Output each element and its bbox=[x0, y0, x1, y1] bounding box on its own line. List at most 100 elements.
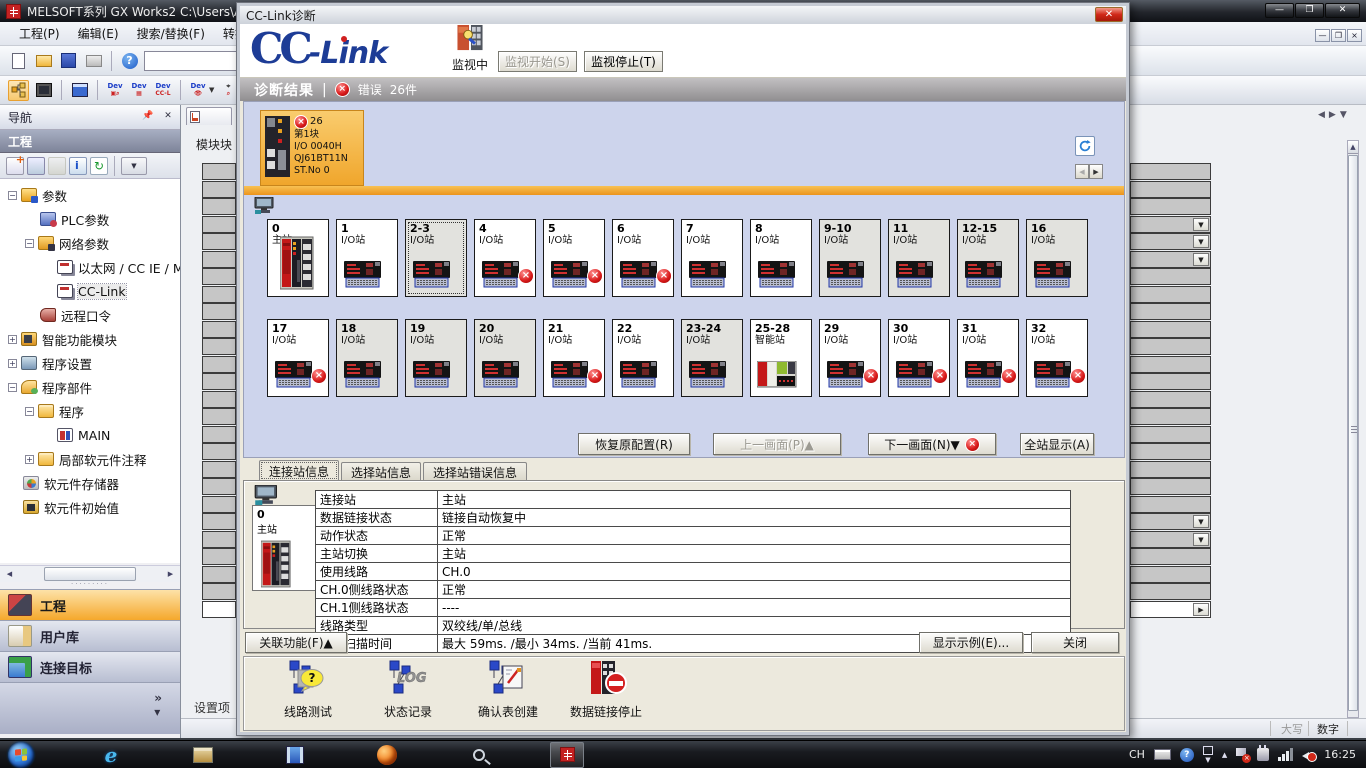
tab-连接站信息[interactable]: 连接站信息 bbox=[259, 460, 339, 481]
dropdown-arrow-icon[interactable]: ▼ bbox=[1193, 218, 1209, 231]
collapse-icon[interactable]: − bbox=[8, 191, 17, 200]
device-find-icon[interactable]: Dev▣⌕ bbox=[105, 80, 125, 100]
mdi-restore-button[interactable]: ❐ bbox=[1331, 29, 1346, 42]
tree-item-智能功能模块[interactable]: +智能功能模块 bbox=[0, 327, 180, 351]
next-module-button[interactable]: ▶ bbox=[1089, 164, 1103, 179]
tab-选择站错误信息[interactable]: 选择站错误信息 bbox=[423, 462, 527, 481]
device-list-icon[interactable]: Dev▦ bbox=[129, 80, 149, 100]
tool-状态记录[interactable]: LOG状态记录 bbox=[356, 660, 460, 720]
volume-muted-icon[interactable] bbox=[1302, 749, 1315, 761]
expand-arrow-icon[interactable]: ▶ bbox=[1193, 603, 1209, 616]
tree-item-软元件初始值[interactable]: 软元件初始值 bbox=[0, 495, 180, 519]
new-project-icon[interactable] bbox=[8, 50, 29, 71]
station-2-3[interactable]: 2-3I/O站 bbox=[405, 219, 467, 297]
firefox-icon[interactable] bbox=[372, 742, 402, 768]
menu-item-2[interactable]: 搜索/替换(F) bbox=[128, 22, 214, 45]
tree-item-参数[interactable]: −参数 bbox=[0, 183, 180, 207]
ime-dropdown-icon[interactable]: ▼ bbox=[1205, 756, 1210, 764]
dropdown-arrow-icon[interactable]: ▼ bbox=[1193, 533, 1209, 546]
internet-explorer-icon[interactable]: e bbox=[96, 742, 126, 768]
station-7[interactable]: 7I/O站 bbox=[681, 219, 743, 297]
grid-button-3[interactable]: 全站显示(A) bbox=[1020, 433, 1094, 455]
tree-item-软元件存储器[interactable]: 软元件存储器 bbox=[0, 471, 180, 495]
related-functions-button[interactable]: 关联功能(F)▲ bbox=[245, 632, 347, 653]
dropdown-arrow-icon[interactable]: ▼ bbox=[1193, 515, 1209, 528]
start-button[interactable] bbox=[8, 742, 34, 768]
station-5[interactable]: 5I/O站× bbox=[543, 219, 605, 297]
copy-icon[interactable] bbox=[27, 157, 45, 175]
device-watch-dropdown[interactable]: ▼ bbox=[209, 86, 214, 94]
station-4[interactable]: 4I/O站× bbox=[474, 219, 536, 297]
tree-item-MAIN[interactable]: MAIN bbox=[0, 423, 180, 447]
station-30[interactable]: 30I/O站× bbox=[888, 319, 950, 397]
paste-icon[interactable] bbox=[48, 157, 66, 175]
station-6[interactable]: 6I/O站× bbox=[612, 219, 674, 297]
save-icon[interactable] bbox=[58, 50, 79, 71]
station-23-24[interactable]: 23-24I/O站 bbox=[681, 319, 743, 397]
tree-item-程序设置[interactable]: +程序设置 bbox=[0, 351, 180, 375]
monitor-start-button[interactable]: 监视开始(S) bbox=[498, 51, 577, 72]
keyboard-layout-icon[interactable] bbox=[1154, 749, 1171, 760]
expand-icon[interactable]: + bbox=[8, 359, 17, 368]
collapse-icon[interactable]: − bbox=[8, 383, 17, 392]
menu-item-0[interactable]: 工程(P) bbox=[10, 22, 69, 45]
prev-module-button[interactable]: ◀ bbox=[1075, 164, 1089, 179]
station-31[interactable]: 31I/O站× bbox=[957, 319, 1019, 397]
tree-item-CC-Link[interactable]: CC-Link bbox=[0, 279, 180, 303]
dropdown-arrow-icon[interactable]: ▼ bbox=[1193, 235, 1209, 248]
station-11[interactable]: 11I/O站 bbox=[888, 219, 950, 297]
station-9-10[interactable]: 9-10I/O站 bbox=[819, 219, 881, 297]
background-document-tab[interactable] bbox=[186, 107, 232, 125]
grid-button-2[interactable]: 下一画面(N)▼× bbox=[868, 433, 996, 455]
help-icon[interactable]: ? bbox=[119, 50, 140, 71]
nav-horizontal-scrollbar[interactable]: ◀ ▶ bbox=[0, 565, 180, 582]
gx-works2-taskbar-button[interactable] bbox=[550, 742, 584, 768]
search-tool-icon[interactable] bbox=[464, 742, 494, 768]
program-editor-icon[interactable] bbox=[69, 80, 90, 101]
expand-icon[interactable]: + bbox=[25, 455, 34, 464]
tool-线路测试[interactable]: ?线路测试 bbox=[256, 660, 360, 720]
station-8[interactable]: 8I/O站 bbox=[750, 219, 812, 297]
vertical-scrollbar[interactable]: ▲ bbox=[1347, 140, 1359, 718]
sort-filter-icon[interactable]: ▼ bbox=[121, 157, 147, 175]
tree-item-PLC参数[interactable]: PLC参数 bbox=[0, 207, 180, 231]
library-folder-icon[interactable] bbox=[188, 742, 218, 768]
ime-restore-icon[interactable] bbox=[1203, 746, 1213, 755]
station-19[interactable]: 19I/O站 bbox=[405, 319, 467, 397]
document-tab-scroll-arrows[interactable]: ◀▶▼ bbox=[1318, 110, 1351, 120]
menu-item-1[interactable]: 编辑(E) bbox=[69, 22, 128, 45]
input-language-indicator[interactable]: CH bbox=[1129, 748, 1145, 761]
dropdown-arrow-icon[interactable]: ▼ bbox=[1193, 253, 1209, 266]
expand-icon[interactable]: + bbox=[8, 335, 17, 344]
close-dialog-button[interactable]: 关闭 bbox=[1031, 632, 1119, 653]
station-32[interactable]: 32I/O站× bbox=[1026, 319, 1088, 397]
station-22[interactable]: 22I/O站 bbox=[612, 319, 674, 397]
scroll-up-arrow[interactable]: ▲ bbox=[1348, 141, 1358, 154]
master-module-card[interactable]: ×26 第1块 I/O 0040H QJ61BT11N ST.No 0 bbox=[260, 110, 364, 186]
grid-button-1[interactable]: 上一画面(P)▲ bbox=[713, 433, 841, 455]
station-25-28[interactable]: 25-28智能站 bbox=[750, 319, 812, 397]
refresh-icon[interactable]: ↻ bbox=[90, 157, 108, 175]
panel-button-connection-destination[interactable]: 连接目标 bbox=[0, 651, 180, 682]
action-center-icon[interactable] bbox=[1236, 748, 1248, 761]
collapse-icon[interactable]: − bbox=[25, 239, 34, 248]
panel-splitter[interactable]: ········· bbox=[0, 582, 180, 589]
grid-button-0[interactable]: 恢复原配置(R) bbox=[578, 433, 690, 455]
tree-item-程序部件[interactable]: −程序部件 bbox=[0, 375, 180, 399]
panel-button-user-library[interactable]: 用户库 bbox=[0, 620, 180, 651]
pin-icon[interactable]: 📌 bbox=[140, 110, 156, 124]
tree-item-程序[interactable]: −程序 bbox=[0, 399, 180, 423]
monitor-stop-button[interactable]: 监视停止(T) bbox=[584, 51, 663, 72]
open-project-icon[interactable] bbox=[33, 50, 54, 71]
mdi-close-button[interactable]: × bbox=[1347, 29, 1362, 42]
scroll-right-arrow[interactable]: ▶ bbox=[163, 567, 178, 581]
restore-button[interactable]: ❐ bbox=[1295, 3, 1324, 18]
property-icon[interactable] bbox=[69, 157, 87, 175]
show-example-button[interactable]: 显示示例(E)... bbox=[919, 632, 1023, 653]
device-watch-icon[interactable]: Dev👁 bbox=[188, 80, 208, 100]
panel-button-project[interactable]: 工程 bbox=[0, 589, 180, 620]
close-button[interactable]: ✕ bbox=[1325, 3, 1360, 18]
minimize-button[interactable]: — bbox=[1265, 3, 1294, 18]
station-18[interactable]: 18I/O站 bbox=[336, 319, 398, 397]
station-17[interactable]: 17I/O站× bbox=[267, 319, 329, 397]
